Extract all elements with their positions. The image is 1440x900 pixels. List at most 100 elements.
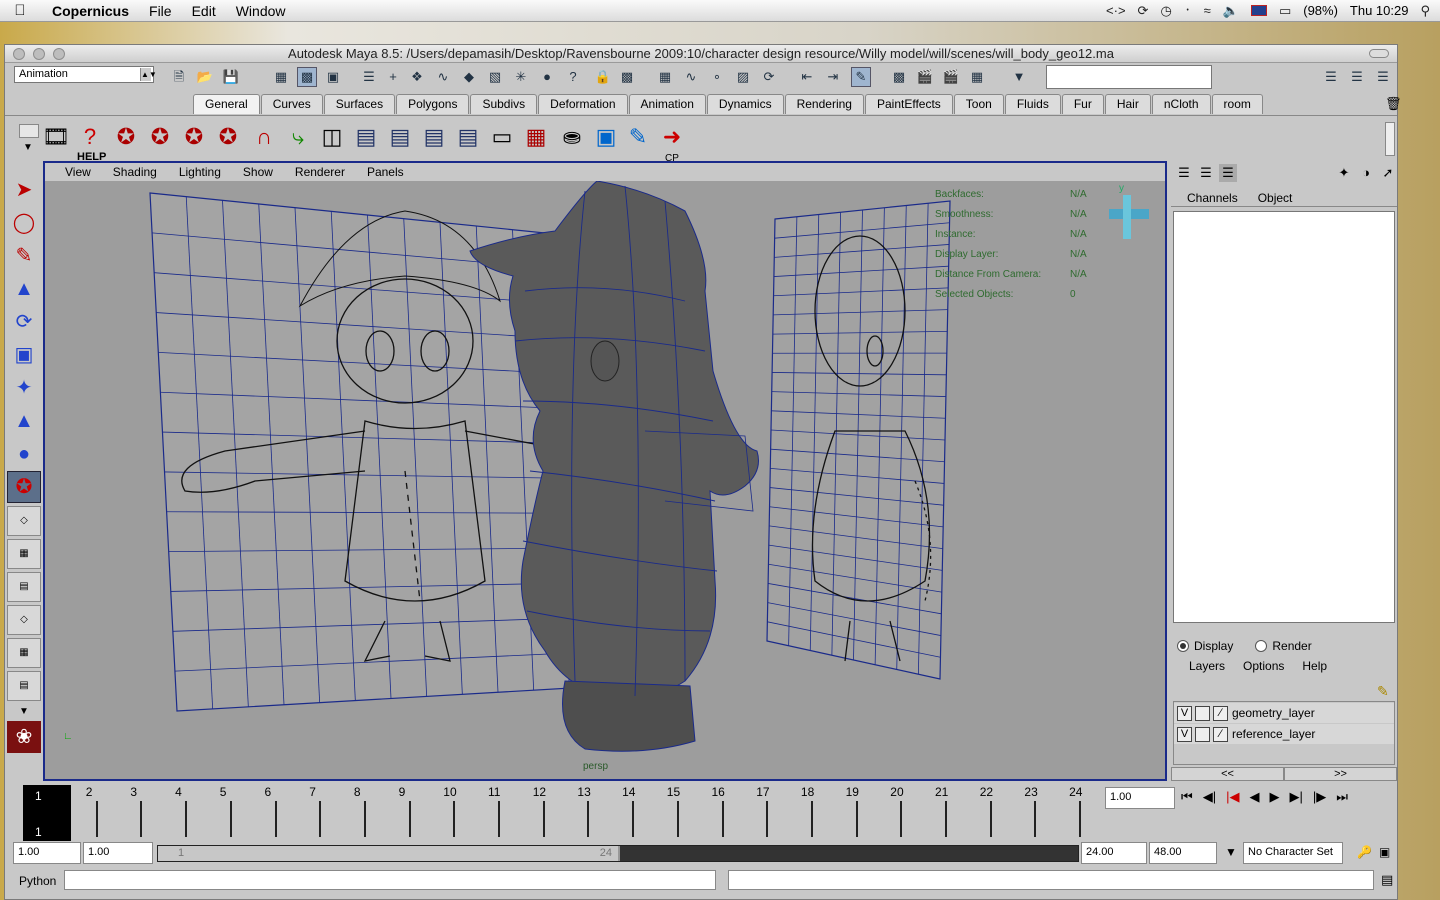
open-scene-icon[interactable]: 📂 [195, 67, 215, 87]
snap-point-icon[interactable]: ∘ [707, 67, 727, 87]
camera-tool-icon-3[interactable]: ✪ [179, 122, 209, 154]
rotate-tool-icon[interactable]: ⟳ [7, 306, 41, 338]
move-tool-icon[interactable]: ▲ [7, 273, 41, 305]
show-attribute-editor-icon[interactable]: ☰ [1321, 67, 1341, 87]
end-time-field[interactable]: 48.00 [1149, 842, 1217, 864]
shelf-tab-deformation[interactable]: Deformation [538, 94, 628, 114]
redo-arrow-icon[interactable]: ⤷ [283, 122, 313, 154]
shelf-tab-animation[interactable]: Animation [628, 94, 706, 114]
shelf-tab-fur[interactable]: Fur [1061, 94, 1104, 114]
shelf-tab-surfaces[interactable]: Surfaces [323, 94, 396, 114]
shelf-tab-general[interactable]: General [193, 94, 260, 114]
construction-history-icon[interactable]: ✎ [851, 67, 871, 87]
go-to-end-icon[interactable]: ⏭ [1336, 789, 1348, 805]
mask-deformations-icon[interactable]: ▧ [485, 67, 505, 87]
time-machine-icon[interactable]: ◷ [1160, 3, 1171, 19]
playback-end-field[interactable]: 24.00 [1081, 842, 1147, 864]
layer-menu-options[interactable]: Options [1243, 659, 1284, 673]
render-view-icon[interactable]: ▩ [889, 67, 909, 87]
script-editor-button-icon[interactable]: ▤ [1381, 872, 1393, 888]
shelf-tab-curves[interactable]: Curves [260, 94, 323, 114]
display-radio[interactable]: Display [1177, 639, 1233, 653]
current-tool-icon[interactable]: ✪ [7, 471, 41, 503]
speed-icon[interactable]: ◑ [1357, 164, 1375, 182]
snap-plane-icon[interactable]: ▨ [733, 67, 753, 87]
character-set-dropdown-icon[interactable]: ▼ [1225, 845, 1237, 859]
shelf-tab-dynamics[interactable]: Dynamics [706, 94, 784, 114]
layer-template-toggle[interactable] [1195, 726, 1210, 742]
menu-edit[interactable]: Edit [182, 3, 226, 19]
bucket-icon[interactable]: ◫ [317, 122, 347, 154]
panel-menu-lighting[interactable]: Lighting [179, 165, 221, 179]
play-backward-icon[interactable]: ◀ [1249, 789, 1259, 805]
shelf-tab-fluids[interactable]: Fluids [1004, 94, 1061, 114]
mask-curves-icon[interactable]: ∿ [433, 67, 453, 87]
side-reference-plane[interactable] [766, 200, 951, 680]
mask-surfaces-icon[interactable]: ◆ [459, 67, 479, 87]
select-component-icon[interactable]: ▣ [323, 67, 343, 87]
channel-list[interactable] [1173, 211, 1395, 623]
channel-menu-channels[interactable]: Channels [1187, 191, 1238, 206]
soft-mod-tool-icon[interactable]: ▲ [7, 405, 41, 437]
input-ops-icon[interactable]: ⇤ [797, 67, 817, 87]
ipr-render-icon[interactable]: 🎬 [941, 67, 961, 87]
bluetooth-icon[interactable]: ᛫ [1184, 3, 1192, 18]
universal-manipulator-icon[interactable]: ✦ [7, 372, 41, 404]
paint-icon[interactable]: ✎ [623, 122, 653, 154]
snap-grid-icon[interactable]: ▦ [655, 67, 675, 87]
panel-menu-panels[interactable]: Panels [367, 165, 404, 179]
camera-tool-icon[interactable]: ✪ [111, 122, 141, 154]
mask-handles-icon[interactable]: + [383, 67, 403, 87]
current-time-field[interactable]: 1.00 [1105, 787, 1175, 809]
panel-menu-show[interactable]: Show [243, 165, 273, 179]
spotlight-search-icon[interactable]: ⚲ [1420, 3, 1430, 19]
script-layout-icon[interactable]: ▤ [7, 671, 41, 701]
magnet-icon[interactable]: ∩ [249, 122, 279, 154]
graph-layout-icon[interactable]: ◇ [7, 605, 41, 635]
shelf-tab-ncloth[interactable]: nCloth [1151, 94, 1211, 114]
play-forward-icon[interactable]: ▶ [1269, 789, 1279, 805]
layer-row[interactable]: V ∕ reference_layer [1174, 724, 1394, 744]
layer-menu-layers[interactable]: Layers [1189, 659, 1225, 673]
panel-menu-renderer[interactable]: Renderer [295, 165, 345, 179]
render-settings-icon[interactable]: ▦ [967, 67, 987, 87]
select-tool-icon[interactable]: ➤ [7, 174, 41, 206]
cp-arrow-icon[interactable]: ➜ CP [657, 122, 687, 164]
shelf-menu-button[interactable] [19, 124, 39, 138]
highlight-selection-icon[interactable]: ▩ [617, 67, 637, 87]
new-layer-icon[interactable]: ✎ [1377, 683, 1389, 700]
mask-joints-icon[interactable]: ❖ [407, 67, 427, 87]
shelf-tab-hair[interactable]: Hair [1104, 94, 1151, 114]
outliner-layout-icon[interactable]: ▤ [7, 572, 41, 602]
hyper-icon[interactable]: ➚ [1379, 164, 1397, 182]
step-forward-frame-icon[interactable]: ▶| [1289, 789, 1302, 805]
layer-template-toggle[interactable] [1195, 705, 1210, 721]
connect-icon[interactable]: ⛂ [557, 122, 587, 154]
lock-selection-icon[interactable]: 🔒 [593, 67, 613, 87]
layer-visibility-toggle[interactable]: V [1177, 726, 1192, 742]
paint-select-tool-icon[interactable]: ✎ [7, 240, 41, 272]
hierarchy-icon-4[interactable]: ▤ [453, 122, 483, 154]
mask-rendering-icon[interactable]: ● [537, 67, 557, 87]
four-pane-layout-icon[interactable]: ▦ [7, 539, 41, 569]
time-slider[interactable]: 1 1 2 3 4 5 6 7 8 9 10 11 12 13 14 15 16 17 18 19 20 21 22 23 24 [19, 781, 1105, 841]
character-set-field[interactable]: No Character Set [1243, 842, 1343, 864]
layer-editor-icon[interactable]: ☰ [1197, 164, 1215, 182]
layer-row[interactable]: V ∕ geometry_layer [1174, 703, 1394, 723]
film-reel-icon[interactable]: 🎞 [41, 122, 71, 154]
camera-tool-icon-2[interactable]: ✪ [145, 122, 175, 154]
snap-curve-icon[interactable]: ∿ [681, 67, 701, 87]
menu-file[interactable]: File [139, 3, 182, 19]
menu-window[interactable]: Window [226, 3, 296, 19]
new-scene-icon[interactable]: 🗎 [169, 67, 189, 87]
range-slider[interactable]: 1 24 [157, 845, 1079, 862]
single-pane-layout-icon[interactable]: ◇ [7, 506, 41, 536]
code-icon[interactable]: <·> [1106, 3, 1126, 18]
mask-misc-icon[interactable]: ? [563, 67, 583, 87]
shelf-tab-room[interactable]: room [1211, 94, 1263, 114]
step-forward-key-icon[interactable]: |▶ [1313, 789, 1326, 805]
output-ops-icon[interactable]: ⇥ [823, 67, 843, 87]
anim-prefs-icon[interactable]: ▣ [1379, 845, 1390, 859]
viewport-scene[interactable]: Backfaces: N/A Smoothness: N/A Instance: N/A D… [45, 181, 1165, 779]
view-cube-axis-icon[interactable]: y [1101, 183, 1151, 251]
